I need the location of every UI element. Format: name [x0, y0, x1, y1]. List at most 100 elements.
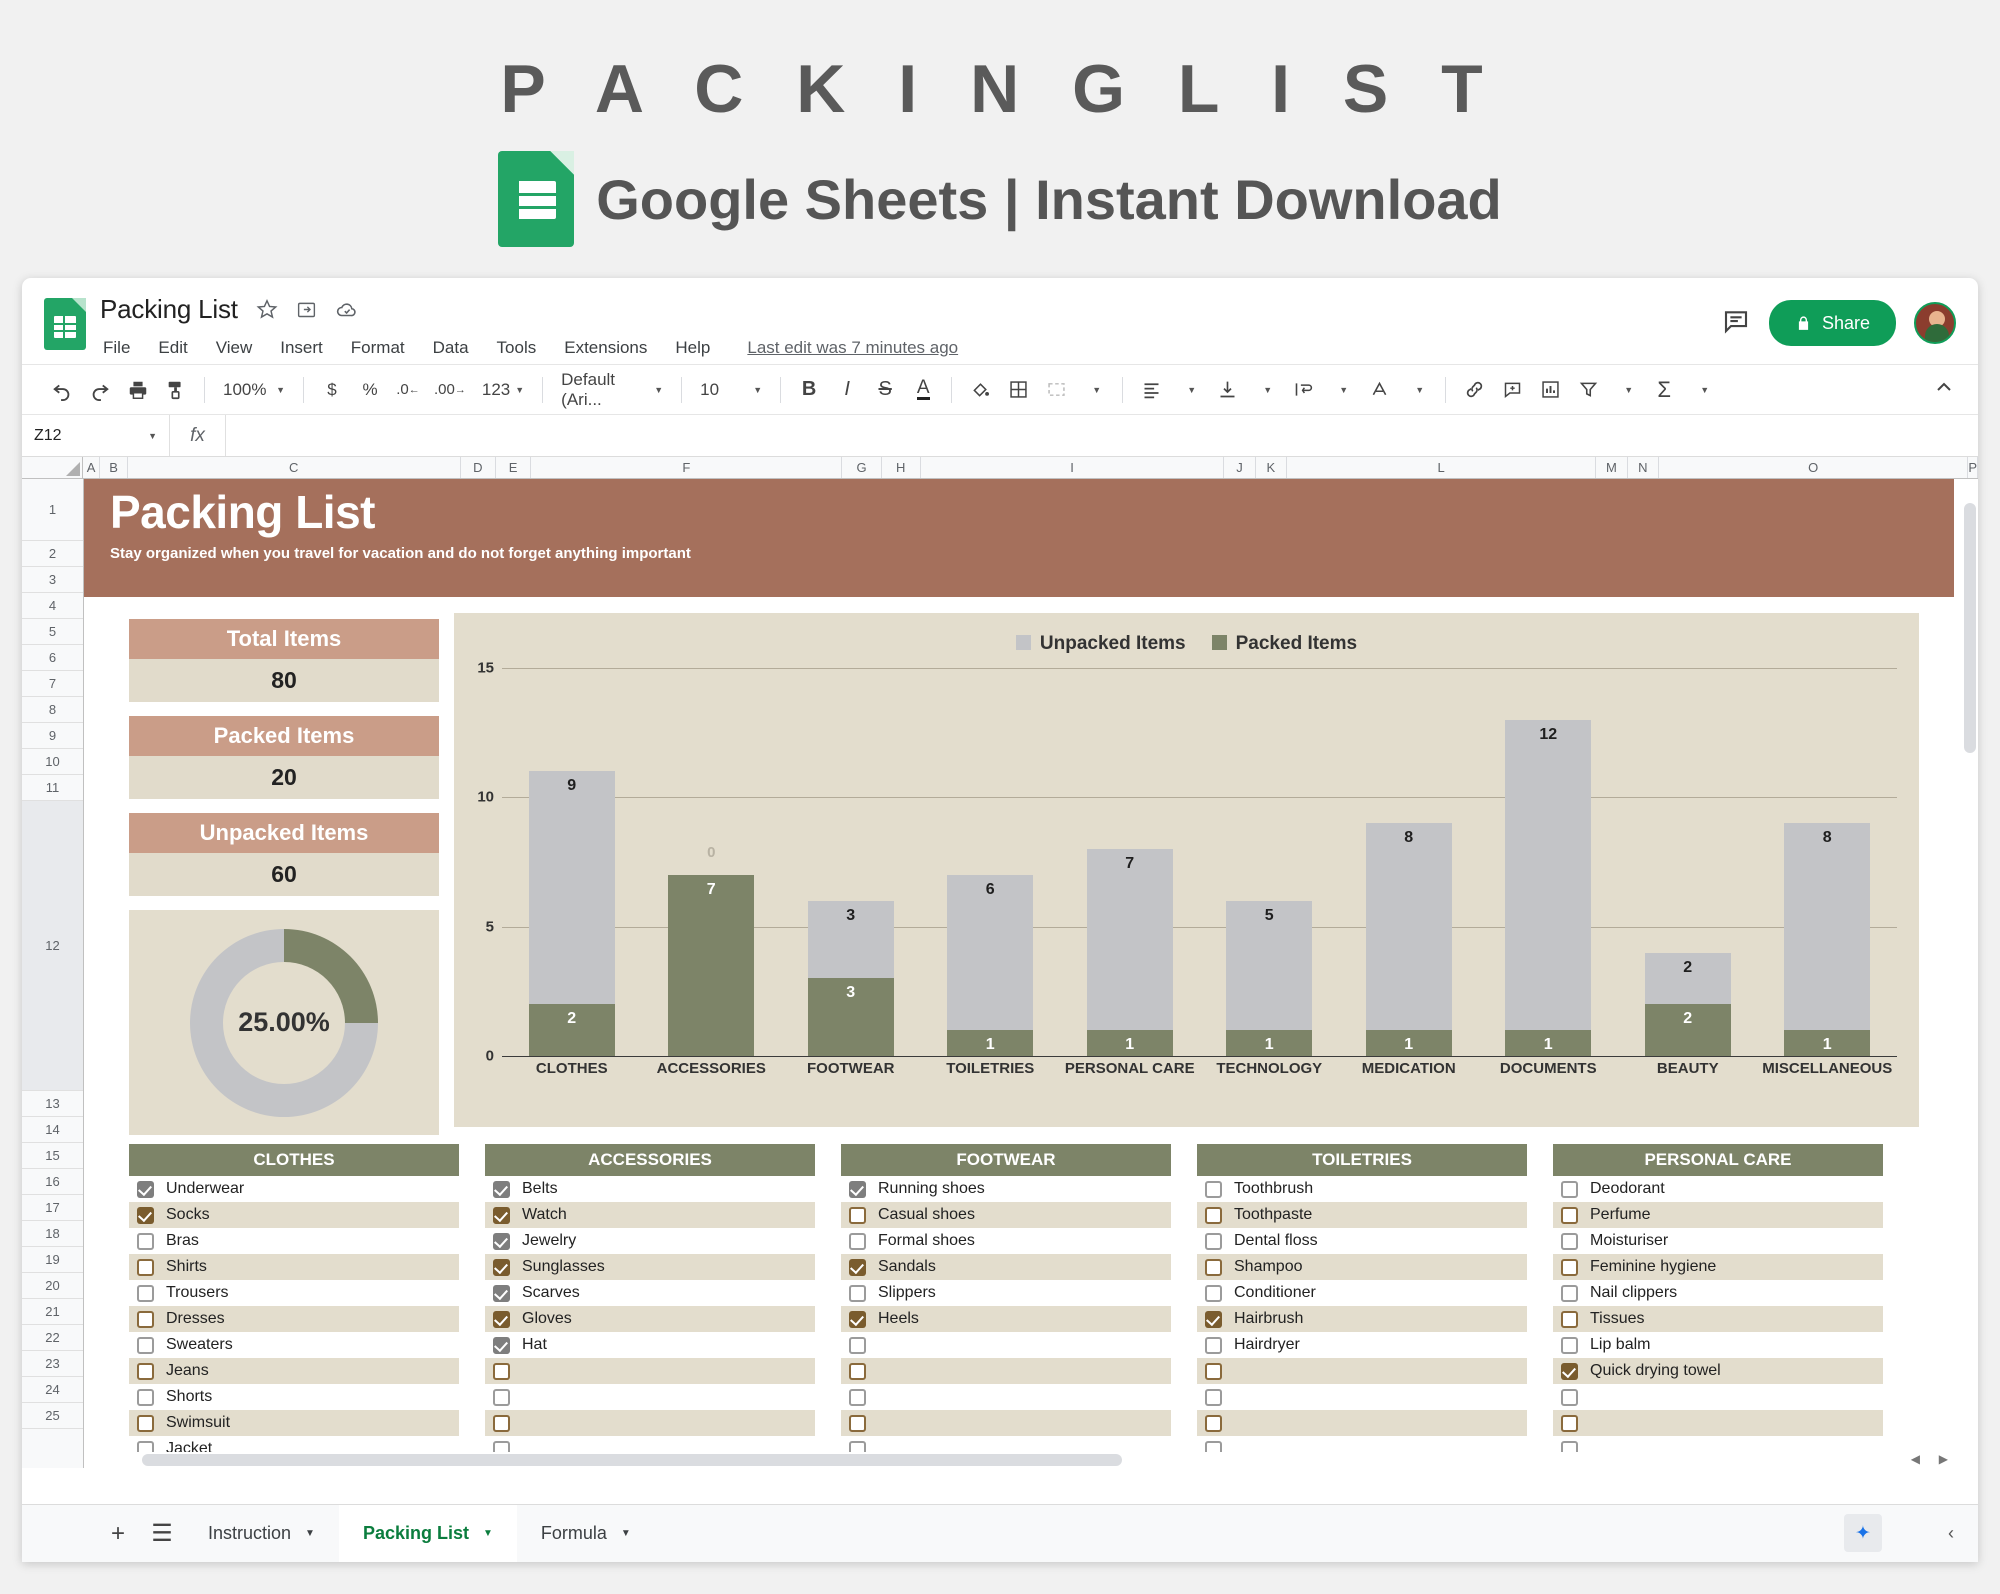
- checkbox-icon[interactable]: [1561, 1415, 1578, 1432]
- checkbox-icon[interactable]: [1205, 1207, 1222, 1224]
- checkbox-icon[interactable]: [849, 1389, 866, 1406]
- undo-icon[interactable]: [44, 372, 80, 408]
- explore-icon[interactable]: ✦: [1844, 1514, 1882, 1552]
- checklist-row[interactable]: Moisturiser: [1553, 1228, 1883, 1254]
- column-header-M[interactable]: M: [1596, 457, 1627, 478]
- column-header-H[interactable]: H: [882, 457, 921, 478]
- row-header-6[interactable]: 6: [22, 645, 83, 671]
- row-header-22[interactable]: 22: [22, 1325, 83, 1351]
- strikethrough-button[interactable]: S: [867, 372, 903, 408]
- checklist-row[interactable]: Sweaters: [129, 1332, 459, 1358]
- checklist-row[interactable]: Formal shoes: [841, 1228, 1171, 1254]
- checkbox-icon[interactable]: [1561, 1389, 1578, 1406]
- row-header-8[interactable]: 8: [22, 697, 83, 723]
- borders-icon[interactable]: [1000, 372, 1036, 408]
- star-icon[interactable]: [256, 298, 278, 320]
- checklist-row[interactable]: [485, 1384, 815, 1410]
- checkbox-icon[interactable]: [137, 1363, 154, 1380]
- row-header-17[interactable]: 17: [22, 1195, 83, 1221]
- checkbox-icon[interactable]: [1561, 1207, 1578, 1224]
- checklist-row[interactable]: Feminine hygiene: [1553, 1254, 1883, 1280]
- move-to-folder-icon[interactable]: [296, 299, 317, 320]
- number-format-selector[interactable]: 123▼: [474, 372, 532, 408]
- currency-format-button[interactable]: $: [314, 372, 350, 408]
- checklist-row[interactable]: [1197, 1410, 1527, 1436]
- add-sheet-icon[interactable]: +: [96, 1520, 140, 1548]
- menu-item-insert[interactable]: Insert: [277, 336, 326, 360]
- name-box[interactable]: Z12▼: [22, 415, 170, 456]
- print-icon[interactable]: [120, 372, 156, 408]
- checklist-row[interactable]: Heels: [841, 1306, 1171, 1332]
- checkbox-icon[interactable]: [1205, 1363, 1222, 1380]
- checklist-row[interactable]: Watch: [485, 1202, 815, 1228]
- scroll-left-arrow[interactable]: ◀: [1911, 1452, 1920, 1466]
- column-header-G[interactable]: G: [842, 457, 881, 478]
- collapse-sidebar-icon[interactable]: ‹: [1948, 1523, 1954, 1544]
- functions-caret[interactable]: ▼: [1684, 372, 1720, 408]
- cloud-saved-icon[interactable]: [335, 297, 359, 321]
- halign-caret[interactable]: ▼: [1171, 372, 1207, 408]
- checklist-row[interactable]: Shampoo: [1197, 1254, 1527, 1280]
- checkbox-icon[interactable]: [137, 1207, 154, 1224]
- italic-button[interactable]: I: [829, 372, 865, 408]
- row-header-14[interactable]: 14: [22, 1117, 83, 1143]
- checkbox-icon[interactable]: [137, 1311, 154, 1328]
- checklist-row[interactable]: [485, 1358, 815, 1384]
- checklist-row[interactable]: Quick drying towel: [1553, 1358, 1883, 1384]
- checkbox-icon[interactable]: [1205, 1337, 1222, 1354]
- checkbox-icon[interactable]: [137, 1337, 154, 1354]
- horizontal-scrollbar-thumb[interactable]: [142, 1454, 1122, 1466]
- checkbox-icon[interactable]: [137, 1285, 154, 1302]
- checklist-row[interactable]: Perfume: [1553, 1202, 1883, 1228]
- menu-item-format[interactable]: Format: [348, 336, 408, 360]
- select-all-corner[interactable]: [22, 457, 83, 478]
- checklist-row[interactable]: Sunglasses: [485, 1254, 815, 1280]
- checkbox-icon[interactable]: [493, 1285, 510, 1302]
- checklist-row[interactable]: [1553, 1410, 1883, 1436]
- row-header-24[interactable]: 24: [22, 1377, 83, 1403]
- column-header-B[interactable]: B: [100, 457, 127, 478]
- row-header-19[interactable]: 19: [22, 1247, 83, 1273]
- comment-history-icon[interactable]: [1721, 306, 1751, 341]
- column-header-P[interactable]: P: [1968, 457, 1978, 478]
- checklist-row[interactable]: Gloves: [485, 1306, 815, 1332]
- checkbox-icon[interactable]: [493, 1363, 510, 1380]
- checklist-row[interactable]: Nail clippers: [1553, 1280, 1883, 1306]
- column-header-F[interactable]: F: [531, 457, 842, 478]
- checkbox-icon[interactable]: [1561, 1285, 1578, 1302]
- scroll-right-arrow[interactable]: ▶: [1939, 1452, 1948, 1466]
- text-rotation-icon[interactable]: [1361, 372, 1397, 408]
- checklist-row[interactable]: [841, 1384, 1171, 1410]
- wrap-caret[interactable]: ▼: [1323, 372, 1359, 408]
- increase-decimal-button[interactable]: .00→: [428, 372, 472, 408]
- menu-item-edit[interactable]: Edit: [155, 336, 190, 360]
- checkbox-icon[interactable]: [1561, 1259, 1578, 1276]
- row-header-21[interactable]: 21: [22, 1299, 83, 1325]
- font-selector[interactable]: Default (Ari...▼: [553, 372, 671, 408]
- row-header-3[interactable]: 3: [22, 567, 83, 593]
- document-title[interactable]: Packing List: [100, 294, 238, 325]
- last-edit-status[interactable]: Last edit was 7 minutes ago: [747, 338, 958, 358]
- menu-item-tools[interactable]: Tools: [494, 336, 540, 360]
- row-header-20[interactable]: 20: [22, 1273, 83, 1299]
- checklist-row[interactable]: [841, 1332, 1171, 1358]
- column-header-O[interactable]: O: [1659, 457, 1968, 478]
- row-header-11[interactable]: 11: [22, 775, 83, 801]
- checkbox-icon[interactable]: [137, 1389, 154, 1406]
- packing-bar-chart[interactable]: Unpacked Items Packed Items 051015 92073…: [454, 613, 1919, 1127]
- checklist-row[interactable]: Hat: [485, 1332, 815, 1358]
- row-header-23[interactable]: 23: [22, 1351, 83, 1377]
- row-header-25[interactable]: 25: [22, 1403, 83, 1429]
- checkbox-icon[interactable]: [849, 1363, 866, 1380]
- checklist-row[interactable]: [1197, 1384, 1527, 1410]
- row-header-16[interactable]: 16: [22, 1169, 83, 1195]
- merge-dropdown-caret[interactable]: ▼: [1076, 372, 1112, 408]
- checkbox-icon[interactable]: [137, 1233, 154, 1250]
- checklist-row[interactable]: Casual shoes: [841, 1202, 1171, 1228]
- checklist-row[interactable]: [841, 1358, 1171, 1384]
- column-header-C[interactable]: C: [128, 457, 461, 478]
- checklist-row[interactable]: Trousers: [129, 1280, 459, 1306]
- checklist-row[interactable]: Slippers: [841, 1280, 1171, 1306]
- checkbox-icon[interactable]: [849, 1259, 866, 1276]
- text-color-button[interactable]: A: [905, 372, 941, 408]
